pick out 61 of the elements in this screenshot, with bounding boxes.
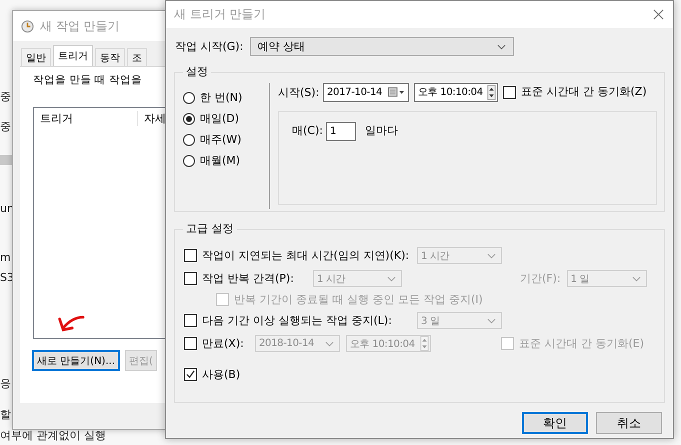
caret-icon (497, 44, 506, 50)
radio-label[interactable]: 매일(D) (200, 112, 240, 126)
caret-icon (325, 340, 334, 346)
group-title: 고급 설정 (183, 222, 236, 236)
tab[interactable]: 트리거 (53, 45, 93, 66)
partial-text: 응 (0, 377, 11, 391)
column-header[interactable]: 자세 (138, 110, 166, 126)
group-title: 설정 (183, 65, 211, 79)
checkbox[interactable] (184, 272, 197, 285)
trigger-list[interactable]: 트리거 자세 (33, 107, 166, 339)
radio-button[interactable] (183, 92, 195, 104)
checkbox[interactable] (184, 314, 197, 327)
clock-icon (21, 20, 34, 32)
dialog-button[interactable]: 확인 (522, 412, 588, 434)
caret-icon (487, 318, 496, 324)
caret-icon (387, 276, 396, 282)
radio-button[interactable] (183, 134, 195, 146)
checkbox[interactable] (184, 368, 197, 381)
checkbox-label[interactable]: 작업 반복 간격(P): (202, 272, 313, 286)
checkbox-label[interactable]: 작업이 지연되는 최대 시간(임의 지연)(K): (202, 248, 417, 262)
partial-text: 중 (0, 120, 11, 134)
radio-label[interactable]: 매주(W) (200, 132, 242, 146)
field-label: 작업 시작(G): (175, 39, 244, 54)
date-field[interactable]: 2017-10-14 (323, 82, 409, 102)
tab[interactable]: 동작 (95, 48, 125, 66)
partial-text: m (0, 251, 11, 265)
status-text: 여부에 관계없이 실행 (0, 429, 106, 443)
radio-button[interactable] (183, 154, 195, 166)
radio-label[interactable]: 한 번(N) (200, 90, 242, 104)
window-title: 새 트리거 만들기 (174, 6, 266, 23)
begin-dropdown[interactable]: 예약 상태 (250, 37, 514, 56)
partial-text: 중 (0, 90, 11, 104)
window-title: 새 작업 만들기 (40, 18, 120, 34)
checkbox-label[interactable]: 다음 기간 이상 실행되는 작업 중지(L): (202, 314, 417, 328)
close-icon[interactable] (653, 9, 664, 20)
description-text: 작업을 만들 때 작업을 (33, 73, 144, 87)
unit-text: 일마다 (365, 123, 398, 139)
dialog-button[interactable]: 취소 (596, 412, 662, 434)
column-header[interactable]: 트리거 (34, 110, 138, 126)
radio-label[interactable]: 매월(M) (200, 154, 240, 168)
radio-button[interactable] (183, 112, 195, 124)
tab[interactable]: 일반 (21, 48, 51, 66)
number-field[interactable]: 1 (326, 122, 356, 141)
field-label: 시작(S): (278, 84, 320, 100)
calendar-icon[interactable] (388, 87, 405, 97)
spinner-icon[interactable] (487, 84, 496, 100)
dialog-button[interactable]: 새로 만들기(N)... (32, 350, 120, 371)
tab[interactable]: 조 (127, 48, 147, 66)
field-label: 매(C): (292, 123, 324, 139)
partial-text: 할 (0, 408, 11, 422)
caret-icon (487, 252, 496, 258)
checkbox[interactable] (184, 249, 197, 262)
caret-icon (632, 276, 641, 282)
checkbox[interactable] (184, 337, 197, 350)
spinner-icon (420, 336, 429, 351)
time-field[interactable]: 오후 10:10:04 (414, 82, 498, 102)
checkbox-label[interactable]: 만료(X): (202, 336, 255, 350)
checkbox[interactable] (503, 86, 516, 98)
checkbox-label[interactable]: 표준 시간대 간 동기화(Z) (521, 85, 647, 99)
checkbox-label[interactable]: 사용(B) (202, 368, 240, 382)
field-label: 기간(F): (520, 272, 561, 286)
